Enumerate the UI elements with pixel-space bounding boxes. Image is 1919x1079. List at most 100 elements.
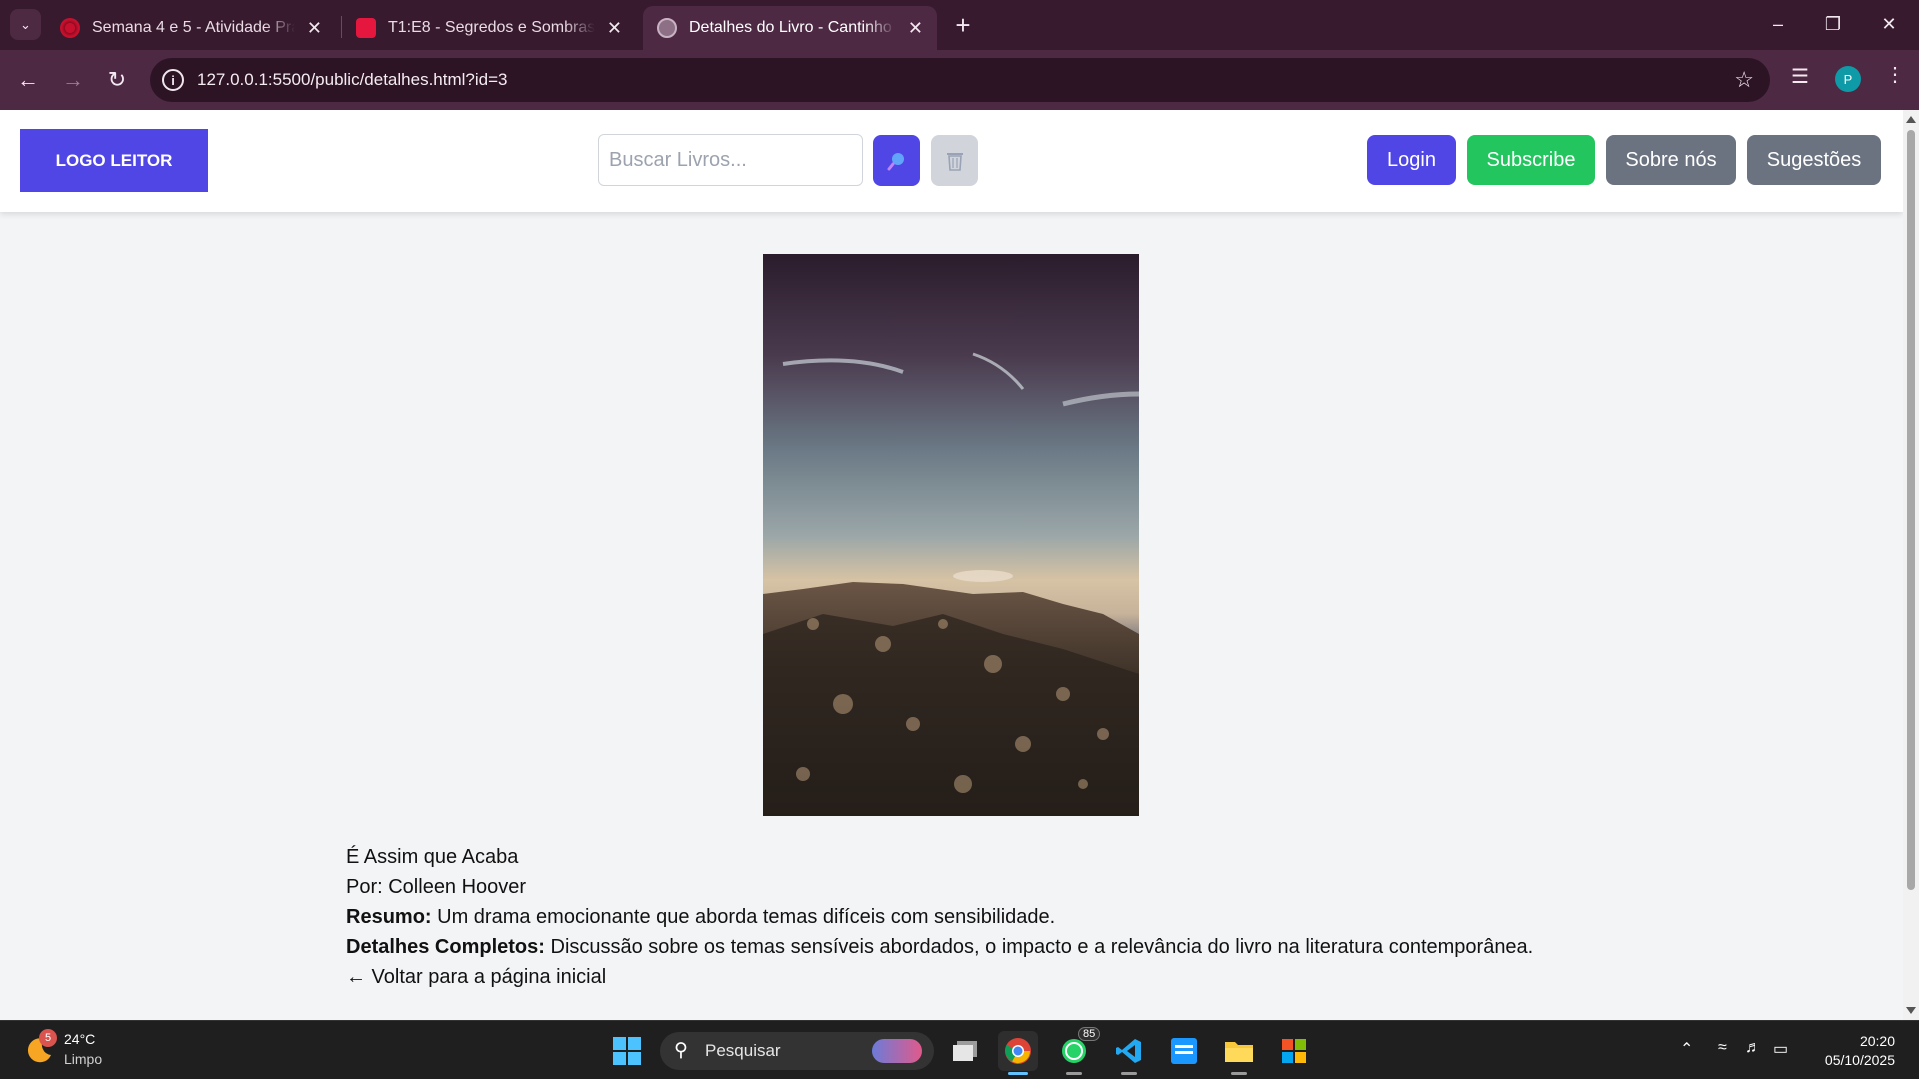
arrow-left-icon: ←: [17, 67, 39, 92]
book-details: É Assim que Acaba Por: Colleen Hoover Re…: [346, 842, 1533, 992]
active-app-indicator: [1008, 1072, 1028, 1075]
arrow-right-icon: →: [62, 67, 84, 92]
taskbar-vscode[interactable]: [1109, 1031, 1149, 1075]
reload-icon: ↻: [107, 67, 127, 92]
page-scrollbar[interactable]: [1903, 110, 1919, 1020]
close-icon[interactable]: ✕: [607, 18, 622, 39]
tab-favicon-icon: [60, 18, 80, 38]
scroll-up-icon[interactable]: [1906, 116, 1916, 123]
scrollbar-thumb[interactable]: [1907, 130, 1915, 890]
site-logo[interactable]: LOGO LEITOR: [20, 129, 208, 192]
book-summary: Resumo: Um drama emocionante que aborda …: [346, 902, 1533, 932]
restore-icon: ❐: [1824, 13, 1842, 34]
minimize-icon: –: [1772, 13, 1783, 34]
app-open-indicator: [1121, 1072, 1137, 1075]
prime-video-icon: [1171, 1038, 1197, 1064]
taskbar-clock[interactable]: 20:20 05/10/2025: [1815, 1032, 1895, 1070]
restore-button[interactable]: ❐: [1806, 6, 1860, 42]
globe-icon: [657, 18, 677, 38]
about-button[interactable]: Sobre nós: [1606, 135, 1736, 185]
taskbar-whatsapp[interactable]: 85: [1054, 1027, 1101, 1075]
search-icon: [887, 152, 904, 170]
close-icon[interactable]: ✕: [908, 18, 923, 39]
store-icon: [1282, 1039, 1306, 1063]
taskbar-task-view[interactable]: [945, 1031, 985, 1071]
close-window-button[interactable]: ✕: [1862, 6, 1916, 42]
search-highlight-icon: [872, 1039, 922, 1063]
tab-favicon-icon: [356, 18, 376, 38]
taskbar-file-explorer[interactable]: [1219, 1031, 1259, 1075]
tab-title: Detalhes do Livro - Cantinho do Leitor: [689, 19, 896, 36]
taskbar-store[interactable]: [1274, 1031, 1314, 1071]
site-info-icon[interactable]: i: [162, 69, 184, 91]
minimize-button[interactable]: –: [1751, 6, 1805, 42]
vscode-icon: [1116, 1039, 1141, 1063]
taskbar-prime-video[interactable]: [1164, 1031, 1204, 1071]
book-cover-image: [763, 254, 1139, 816]
browser-tab[interactable]: Semana 4 e 5 - Atividade Prática ✕: [46, 6, 336, 50]
search-button[interactable]: [873, 135, 920, 186]
new-tab-button[interactable]: +: [948, 10, 978, 40]
scroll-down-icon[interactable]: [1906, 1007, 1916, 1014]
plus-icon: +: [955, 9, 971, 40]
tab-title: Semana 4 e 5 - Atividade Prática: [92, 19, 295, 36]
search-input[interactable]: [598, 134, 863, 186]
clock-time: 20:20: [1859, 1033, 1895, 1049]
start-button[interactable]: [607, 1031, 647, 1071]
page-viewport: LOGO LEITOR Login Subscribe Sobre nós Su…: [0, 110, 1903, 1020]
details-text: Discussão sobre os temas sensíveis abord…: [544, 936, 1534, 958]
back-home-link[interactable]: ← Voltar para a página inicial: [346, 962, 1533, 992]
book-author: Por: Colleen Hoover: [346, 876, 527, 898]
browser-tab-strip: ⌄ Semana 4 e 5 - Atividade Prática ✕ T1:…: [0, 0, 1919, 50]
chevron-down-icon: ⌄: [20, 16, 31, 32]
clear-search-button[interactable]: [931, 135, 978, 186]
battery-icon[interactable]: ▭: [1773, 1039, 1788, 1059]
back-button[interactable]: ←: [12, 64, 44, 96]
browser-tab-active[interactable]: Detalhes do Livro - Cantinho do Leitor ✕: [643, 6, 937, 50]
subscribe-button[interactable]: Subscribe: [1467, 135, 1595, 185]
wifi-icon[interactable]: ≈: [1718, 1039, 1727, 1057]
browser-toolbar: ← → ↻ i 127.0.0.1:5500/public/detalhes.h…: [0, 50, 1919, 110]
book-title: É Assim que Acaba: [346, 846, 519, 868]
windows-icon: [613, 1037, 641, 1065]
clock-date: 05/10/2025: [1824, 1052, 1895, 1068]
whatsapp-unread-badge: 85: [1078, 1027, 1101, 1041]
volume-icon[interactable]: ♬: [1745, 1039, 1761, 1057]
weather-temperature[interactable]: 24°C: [64, 1031, 95, 1047]
close-icon[interactable]: ✕: [307, 18, 322, 39]
more-menu-icon[interactable]: ⋮: [1885, 62, 1905, 87]
whatsapp-icon: [1062, 1039, 1086, 1063]
login-button[interactable]: Login: [1367, 135, 1456, 185]
summary-text: Um drama emocionante que aborda temas di…: [431, 906, 1056, 928]
taskbar-search-label: Pesquisar: [705, 1041, 781, 1060]
chrome-icon: [1005, 1038, 1031, 1064]
details-label: Detalhes Completos:: [346, 936, 545, 958]
profile-avatar[interactable]: P: [1835, 66, 1861, 92]
book-full-details: Detalhes Completos: Discussão sobre os t…: [346, 932, 1533, 962]
taskbar-chrome[interactable]: [998, 1031, 1038, 1075]
tab-search-button[interactable]: ⌄: [10, 9, 41, 40]
site-header: LOGO LEITOR Login Subscribe Sobre nós Su…: [0, 110, 1903, 212]
task-view-icon: [953, 1041, 977, 1061]
weather-alert-badge: 5: [39, 1029, 57, 1047]
chevron-up-icon[interactable]: ⌃: [1680, 1039, 1693, 1059]
taskbar-search[interactable]: ⚲ Pesquisar: [660, 1032, 934, 1070]
reload-button[interactable]: ↻: [101, 64, 133, 96]
app-open-indicator: [1231, 1072, 1247, 1075]
app-open-indicator: [1066, 1072, 1082, 1075]
search-icon: ⚲: [674, 1040, 688, 1061]
close-icon: ✕: [1881, 13, 1897, 34]
suggestions-button[interactable]: Sugestões: [1747, 135, 1881, 185]
address-bar[interactable]: i 127.0.0.1:5500/public/detalhes.html?id…: [150, 58, 1770, 102]
media-controls-icon[interactable]: ☰: [1791, 64, 1809, 89]
forward-button[interactable]: →: [57, 64, 89, 96]
weather-condition[interactable]: Limpo: [64, 1051, 102, 1067]
bookmark-star-icon[interactable]: ☆: [1734, 67, 1754, 93]
windows-taskbar: 5 24°C Limpo ⚲ Pesquisar 85 ⌃ ≈ ♬ ▭ 20:2…: [0, 1020, 1919, 1079]
trash-icon: [946, 152, 963, 171]
summary-label: Resumo:: [346, 906, 432, 928]
browser-tab[interactable]: T1:E8 - Segredos e Sombras - Filmes ✕: [342, 6, 636, 50]
url-text[interactable]: 127.0.0.1:5500/public/detalhes.html?id=3: [197, 70, 507, 90]
folder-icon: [1225, 1042, 1253, 1062]
tab-title: T1:E8 - Segredos e Sombras - Filmes: [388, 19, 595, 36]
